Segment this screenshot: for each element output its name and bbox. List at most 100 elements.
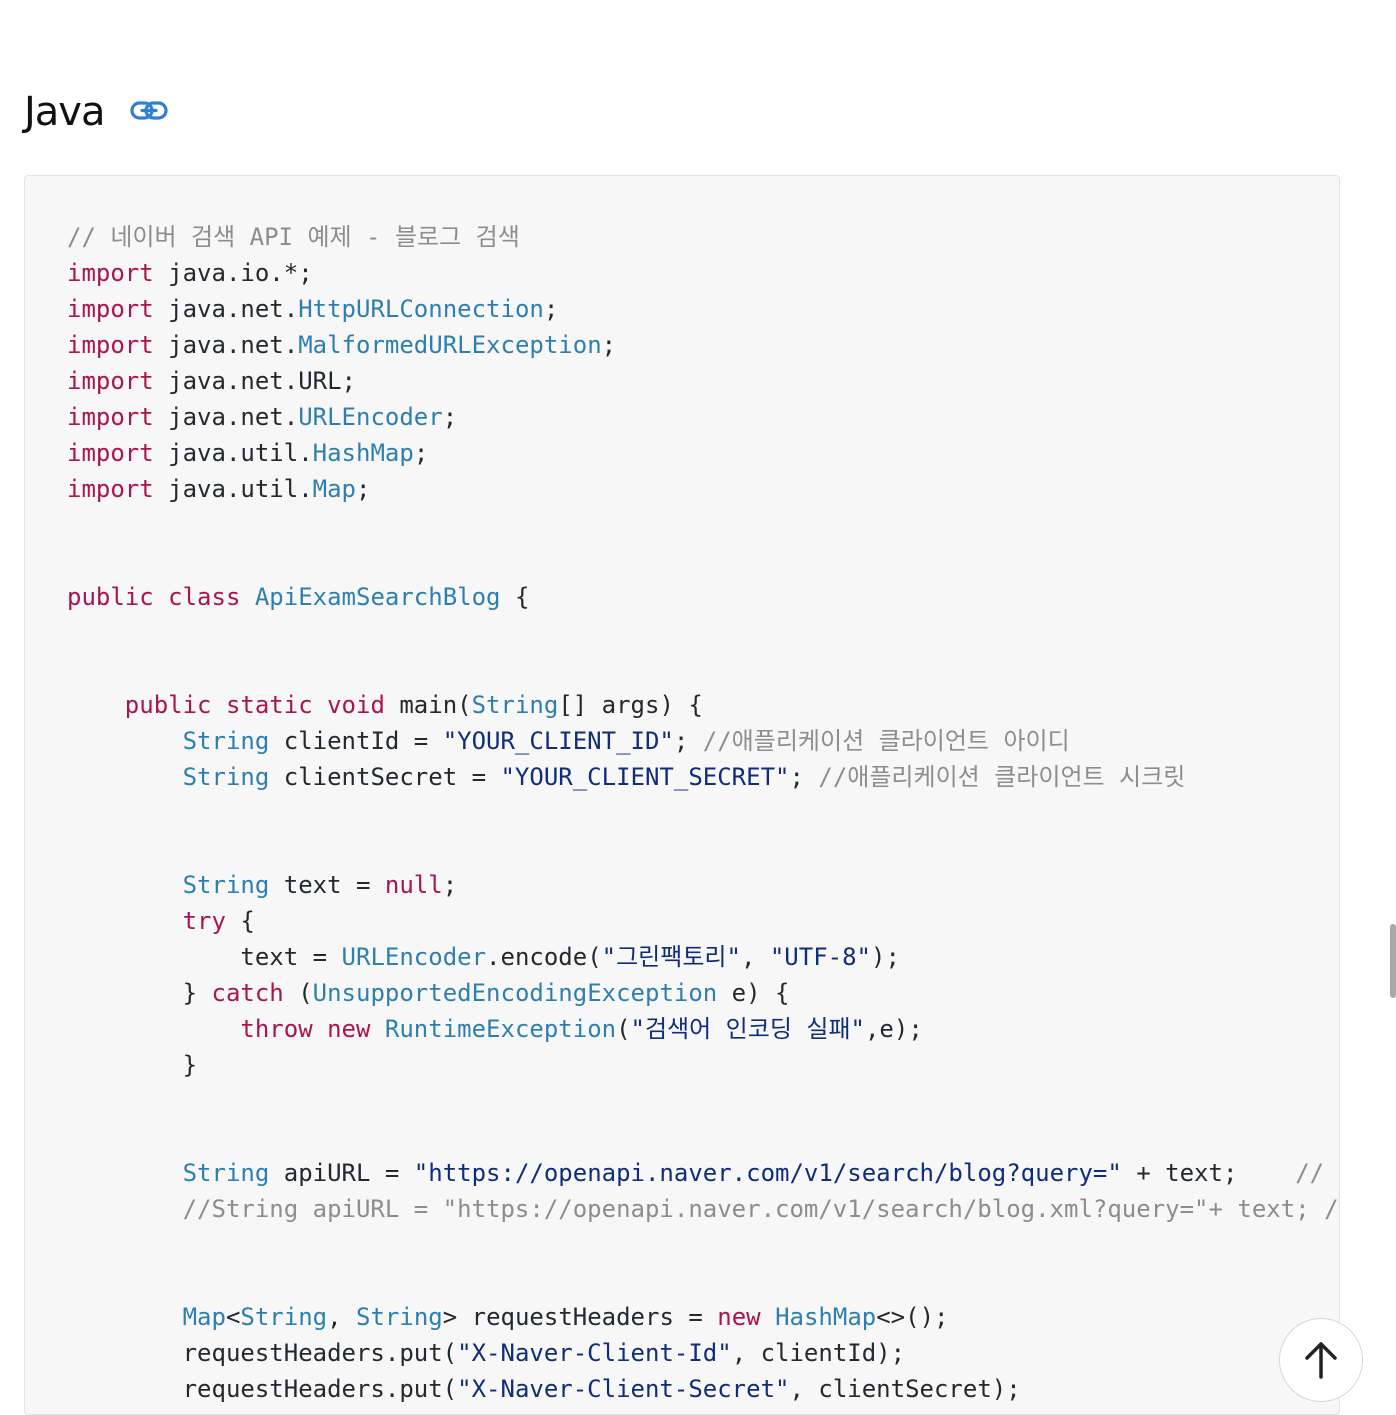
code-token: ( — [283, 979, 313, 1007]
code-token: "X-Naver-Client-Id" — [457, 1339, 732, 1367]
code-token: String — [356, 1303, 443, 1331]
code-token: URLEncoder — [298, 403, 443, 431]
code-line: requestHeaders.put("X-Naver-Client-Secre… — [67, 1371, 1339, 1407]
code-token: UnsupportedEncodingException — [312, 979, 718, 1007]
code-token: catch — [211, 979, 284, 1007]
code-token: static — [225, 691, 313, 719]
code-line: requestHeaders.put("X-Naver-Client-Id", … — [67, 1335, 1339, 1371]
code-token: java.util. — [153, 439, 313, 467]
code-line: import java.util.HashMap; — [67, 435, 1339, 471]
code-token: java.net. — [153, 331, 299, 359]
code-token: text = — [269, 871, 385, 899]
code-line: String text = null; — [67, 867, 1339, 903]
code-token: import — [67, 331, 154, 359]
code-token: , — [740, 943, 770, 971]
code-token: + text; — [1121, 1159, 1296, 1187]
code-token: clientId = — [269, 727, 443, 755]
code-token: ApiExamSearchBlog — [254, 583, 501, 611]
code-line: import java.util.Map; — [67, 471, 1339, 507]
code-token: ,e); — [864, 1015, 923, 1043]
code-line: Map<String, String> requestHeaders = new… — [67, 1299, 1339, 1335]
code-token: String — [182, 727, 270, 755]
section-heading: Java — [24, 82, 169, 142]
code-token: URLEncoder — [341, 943, 487, 971]
code-token: class — [168, 583, 241, 611]
arrow-up-icon — [1305, 1342, 1337, 1379]
code-token: String — [182, 1159, 270, 1187]
code-token: "YOUR_CLIENT_SECRET" — [500, 763, 790, 791]
code-token: try — [182, 907, 226, 935]
code-token: ; — [789, 763, 819, 791]
code-token: requestHeaders.put( — [67, 1339, 458, 1367]
scrollbar-thumb[interactable] — [1390, 924, 1396, 998]
code-token: > requestHeaders = — [442, 1303, 718, 1331]
code-token: null — [384, 871, 443, 899]
code-token: "그린팩토리" — [601, 943, 741, 971]
anchor-link[interactable] — [129, 97, 169, 127]
code-token: import — [67, 439, 154, 467]
code-token: import — [67, 259, 154, 287]
code-token: ; — [442, 871, 458, 899]
code-token: java.util. — [153, 475, 313, 503]
code-token: String — [240, 1303, 328, 1331]
code-token: java.net. — [153, 295, 299, 323]
code-token: main( — [384, 691, 472, 719]
code-token: ; — [543, 295, 559, 323]
code-line: import java.io.*; — [67, 255, 1339, 291]
code-token: RuntimeException — [384, 1015, 617, 1043]
page-title: Java — [24, 89, 105, 135]
code-token: "검색어 인코딩 실패" — [630, 1015, 865, 1043]
code-token: import — [67, 475, 154, 503]
code-token: //애플리케이션 클라이언트 시크릿 — [818, 763, 1186, 791]
code-line: String apiURL = "https://openapi.naver.c… — [67, 1155, 1339, 1191]
code-token: public — [67, 583, 154, 611]
code-content: // 네이버 검색 API 예제 - 블로그 검색 import java.io.… — [67, 219, 1339, 1407]
code-line: try { — [67, 903, 1339, 939]
code-token: "X-Naver-Client-Secret" — [457, 1375, 790, 1403]
code-token: "YOUR_CLIENT_ID" — [442, 727, 674, 755]
code-token: public — [124, 691, 212, 719]
code-token: } — [67, 979, 212, 1007]
code-block: // 네이버 검색 API 예제 - 블로그 검색 import java.io.… — [24, 175, 1340, 1415]
code-token: java.net. — [153, 403, 299, 431]
code-line: text = URLEncoder.encode("그린팩토리", "UTF-8… — [67, 939, 1339, 975]
code-token: HashMap — [775, 1303, 877, 1331]
code-token: clientSecret = — [269, 763, 501, 791]
code-line: } catch (UnsupportedEncodingException e)… — [67, 975, 1339, 1011]
code-token: Map — [182, 1303, 226, 1331]
code-line: String clientId = "YOUR_CLIENT_ID"; //애플… — [67, 723, 1339, 759]
code-token: java.net.URL; — [153, 367, 356, 395]
code-token: requestHeaders.put( — [67, 1375, 458, 1403]
code-token: .encode( — [486, 943, 602, 971]
code-line: import java.net.HttpURLConnection; — [67, 291, 1339, 327]
code-token: String — [471, 691, 559, 719]
code-token: java.io.*; — [153, 259, 313, 287]
code-token: Map — [312, 475, 357, 503]
code-token: ; — [413, 439, 429, 467]
code-token: ; — [442, 403, 458, 431]
code-line: //String apiURL = "https://openapi.naver… — [67, 1191, 1339, 1227]
code-line: public class ApiExamSearchBlog { — [67, 579, 1339, 615]
code-token: } — [67, 1051, 198, 1079]
code-token: // 네이버 검색 API 예제 - 블로그 검색 — [67, 223, 520, 251]
code-token: HttpURLConnection — [298, 295, 544, 323]
code-line: import java.net.MalformedURLException; — [67, 327, 1339, 363]
scroll-to-top-button[interactable] — [1279, 1318, 1363, 1402]
code-token: text = — [67, 943, 342, 971]
code-line: import java.net.URLEncoder; — [67, 399, 1339, 435]
